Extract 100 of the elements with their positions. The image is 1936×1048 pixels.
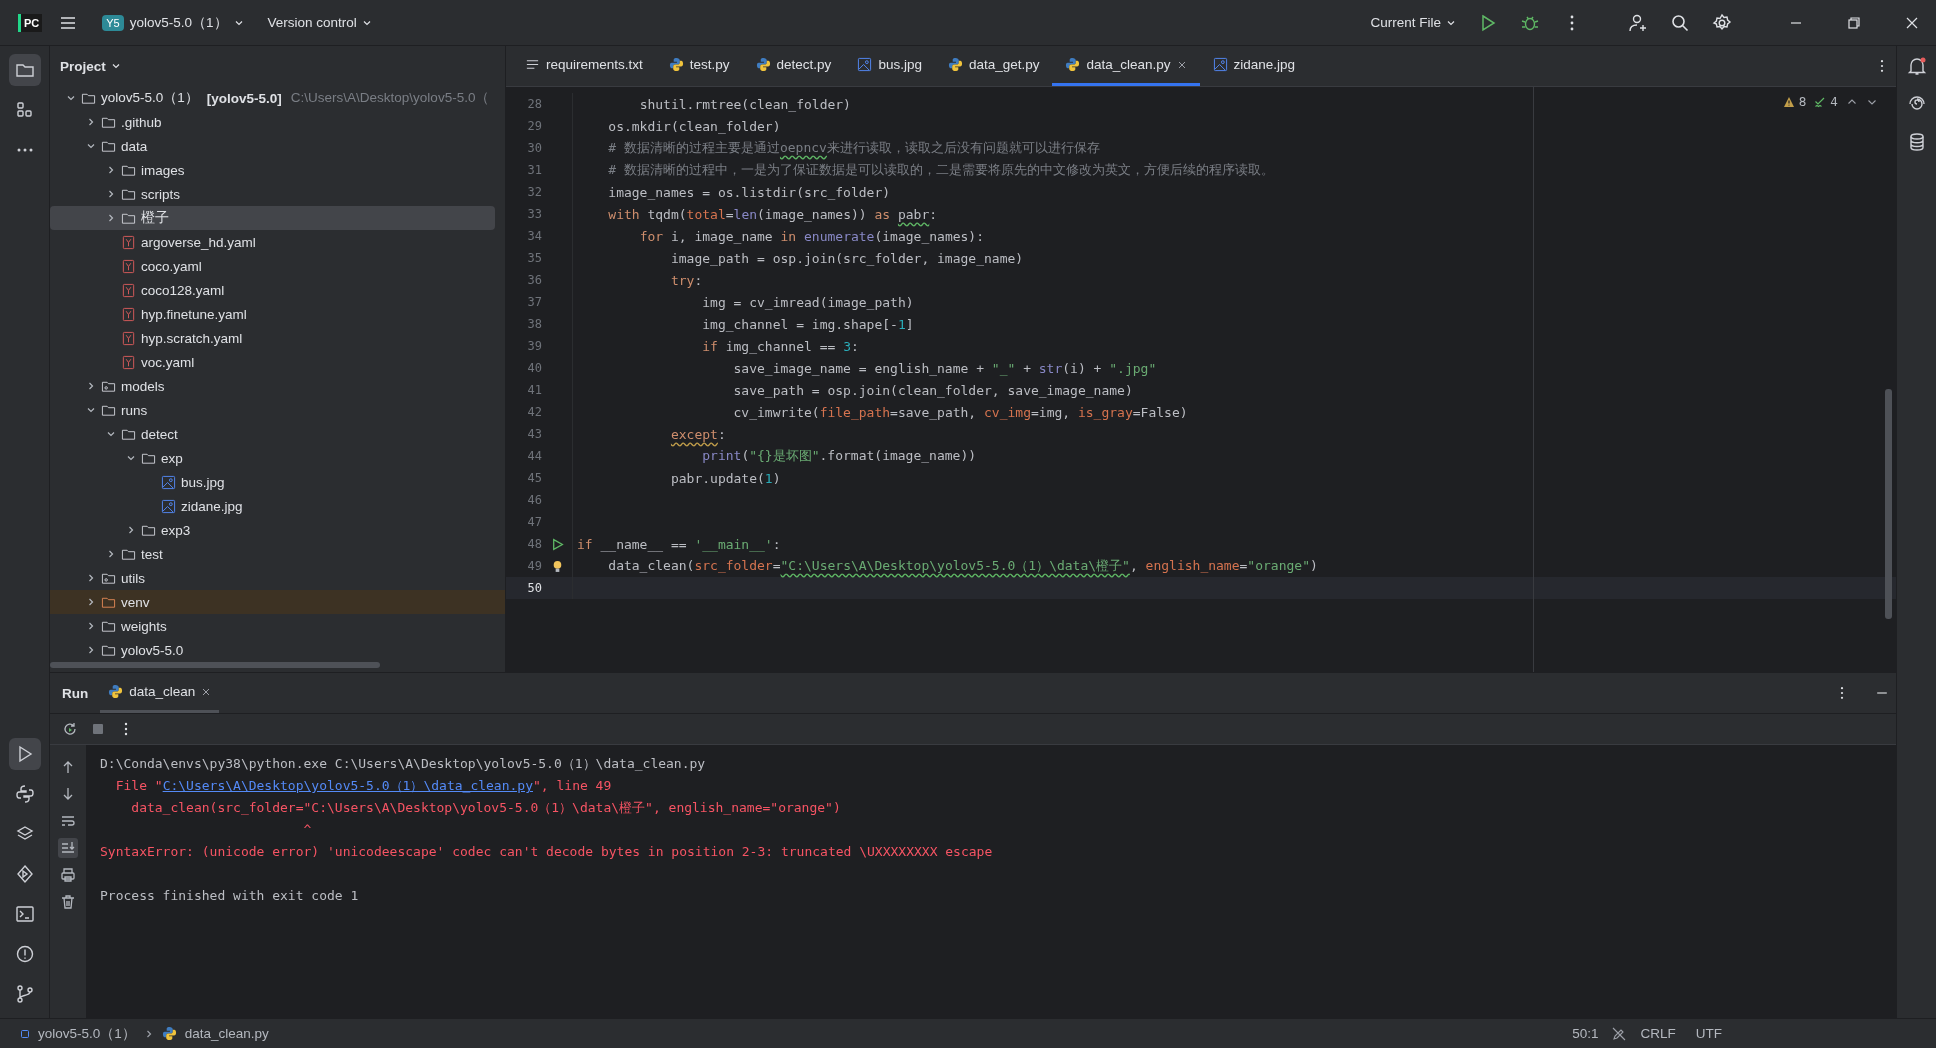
tool-window-button[interactable] <box>8 738 41 770</box>
line-number: 28 <box>526 97 542 111</box>
yaml-file-icon <box>121 330 136 346</box>
tree-item[interactable]: hyp.finetune.yaml <box>50 302 495 326</box>
tree-item[interactable]: detect <box>50 422 495 446</box>
project-view-selector[interactable]: Project <box>54 54 127 78</box>
problems-icon[interactable] <box>14 944 35 964</box>
tree-item[interactable]: exp3 <box>50 518 495 542</box>
chevron-right-icon[interactable] <box>106 549 116 559</box>
tree-item[interactable]: scripts <box>50 182 495 206</box>
chevron-down-icon[interactable] <box>106 429 116 439</box>
scrollbar[interactable] <box>50 662 380 668</box>
chevron-right-icon[interactable] <box>86 381 96 391</box>
editor-tab[interactable]: detect.py <box>742 46 845 86</box>
search-icon[interactable] <box>1670 12 1690 33</box>
breadcrumb-item[interactable]: yolov5-5.0（1） <box>38 1024 136 1043</box>
tree-item[interactable]: .github <box>50 110 495 134</box>
image-file-icon <box>161 474 176 490</box>
tree-item[interactable]: data <box>50 134 495 158</box>
line-separator[interactable]: CRLF <box>1634 1026 1682 1041</box>
chevron-right-icon[interactable] <box>106 189 116 199</box>
editor-tab[interactable]: bus.jpg <box>844 46 935 86</box>
line-number: 29 <box>526 119 542 133</box>
python-file-icon <box>161 1026 177 1041</box>
line-number: 42 <box>526 405 542 419</box>
chevron-right-icon[interactable] <box>126 525 136 535</box>
tree-item[interactable]: hyp.scratch.yaml <box>50 326 495 350</box>
chevron-right-icon[interactable] <box>86 117 96 127</box>
chevron-right-icon[interactable] <box>86 621 96 631</box>
tree-item[interactable]: yolov5-5.0（1） [yolov5-5.0] C:\Users\A\Desktop\yolov5-5.0（ <box>50 86 495 110</box>
close-icon[interactable] <box>201 686 212 697</box>
line-number: 48 <box>526 537 542 551</box>
python-file-icon <box>668 57 684 72</box>
file-encoding[interactable]: UTF <box>1689 1026 1728 1041</box>
python-console-icon[interactable] <box>14 784 35 804</box>
typo-check-icon <box>1814 96 1827 108</box>
chevron-right-icon[interactable] <box>86 573 96 583</box>
code-line: # 数据清晰的过程主要是通过oepncv来进行读取，读取之后没有问题就可以进行保存 <box>607 139 1100 157</box>
app-logo: PC <box>18 13 43 32</box>
scroll-to-end-icon[interactable] <box>58 838 78 858</box>
editor-tab[interactable]: data_clean.py <box>1052 46 1200 86</box>
chevron-down-icon[interactable] <box>66 93 76 103</box>
run-configuration-selector[interactable]: Current File <box>1364 11 1462 34</box>
line-number: 50 <box>526 581 542 595</box>
tree-item[interactable]: weights <box>50 614 495 638</box>
caret-position[interactable]: 50:1 <box>1566 1026 1605 1041</box>
tree-item[interactable]: argoverse_hd.yaml <box>50 230 495 254</box>
chevron-right-icon[interactable] <box>106 165 116 175</box>
tree-item[interactable]: images <box>50 158 495 182</box>
tree-item[interactable]: bus.jpg <box>50 470 495 494</box>
version-control-menu[interactable]: Version control <box>261 11 378 34</box>
close-icon[interactable] <box>1176 59 1187 70</box>
scrollbar[interactable] <box>1885 389 1892 619</box>
editor-tab[interactable]: requirements.txt <box>512 46 656 86</box>
tree-item[interactable]: venv <box>50 590 505 614</box>
code-line: img_channel = img.shape[-1] <box>701 316 914 332</box>
tree-item[interactable]: models <box>50 374 495 398</box>
typo-count[interactable]: 4 <box>1830 95 1838 109</box>
line-number: 32 <box>526 185 542 199</box>
chevron-down-icon[interactable] <box>126 453 136 463</box>
tree-item[interactable]: yolov5-5.0 <box>50 638 495 662</box>
terminal-icon[interactable] <box>14 904 35 924</box>
tree-item[interactable]: utils <box>50 566 495 590</box>
code-line: shutil.rmtree(clean_folder) <box>638 96 851 112</box>
chevron-right-icon[interactable] <box>106 213 116 223</box>
tree-item[interactable]: voc.yaml <box>50 350 495 374</box>
tree-item[interactable]: zidane.jpg <box>50 494 495 518</box>
git-branch-icon[interactable] <box>14 984 35 1004</box>
print-icon[interactable] <box>58 865 78 885</box>
recent-projects-menu[interactable]: Y5 yolov5-5.0（1） <box>94 9 252 36</box>
tree-item[interactable]: coco128.yaml <box>50 278 495 302</box>
tree-item[interactable]: runs <box>50 398 495 422</box>
chevron-down-icon <box>110 61 121 71</box>
tool-window-button[interactable] <box>8 54 41 86</box>
editor-tab[interactable]: data_get.py <box>934 46 1053 86</box>
editor-tab[interactable]: test.py <box>655 46 743 86</box>
line-number: 45 <box>526 471 542 485</box>
editor-tab[interactable]: zidane.jpg <box>1199 46 1309 86</box>
services-icon[interactable] <box>14 864 35 884</box>
tree-item[interactable]: coco.yaml <box>50 254 495 278</box>
line-number: 39 <box>526 339 542 353</box>
tree-item[interactable]: 橙子 <box>50 206 495 230</box>
tree-item[interactable]: test <box>50 542 495 566</box>
image-file-icon <box>1212 57 1228 72</box>
code-line: pabr.update(1) <box>669 470 781 486</box>
run-icon[interactable] <box>550 537 564 551</box>
chevron-right-icon[interactable] <box>86 597 96 607</box>
code-line: save_path = osp.join(clean_folder, save_image_name) <box>732 382 1133 398</box>
tree-item[interactable]: exp <box>50 446 495 470</box>
add-user-icon[interactable] <box>1628 12 1648 33</box>
chevron-down-icon[interactable] <box>86 141 96 151</box>
breadcrumb-item[interactable]: data_clean.py <box>184 1026 269 1041</box>
no-edit-icon[interactable] <box>1612 1026 1627 1041</box>
structure-icon[interactable] <box>14 100 35 120</box>
notification-bell-icon[interactable] <box>1906 56 1927 76</box>
chevron-down-icon[interactable] <box>86 405 96 415</box>
line-number: 35 <box>526 251 542 265</box>
warning-count[interactable]: 8 <box>1798 95 1807 109</box>
chevron-right-icon[interactable] <box>86 645 96 655</box>
yaml-file-icon <box>121 354 136 370</box>
